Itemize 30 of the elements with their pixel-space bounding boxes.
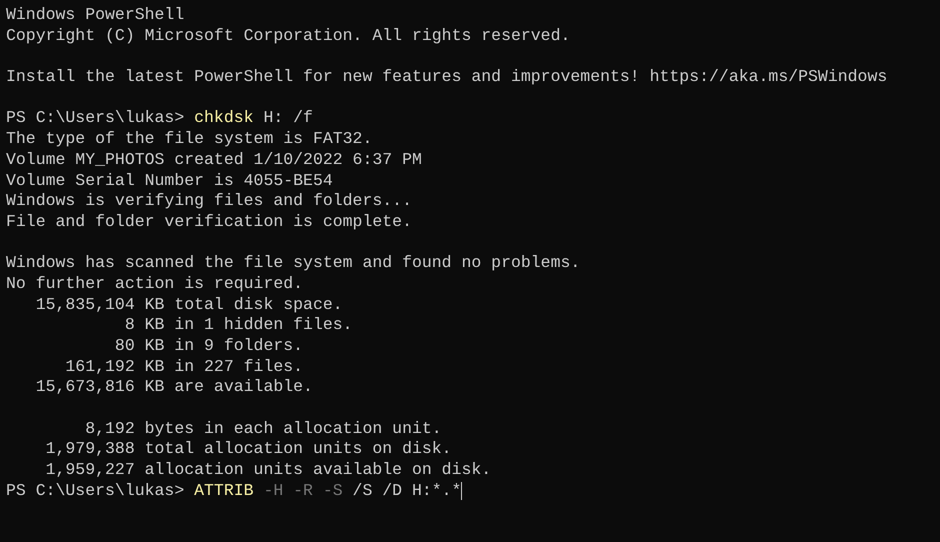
prompt-text: PS C:\Users\lukas> [6, 480, 184, 502]
output-line: Install the latest PowerShell for new features and improvements! https://aka.ms/PSWindows [6, 67, 888, 88]
command-text: ATTRIB [194, 480, 254, 502]
output-line: No further action is required. [6, 274, 304, 295]
argument-text: /D [382, 480, 402, 502]
output-line: Volume MY_PHOTOS created 1/10/2022 6:37 PM [6, 150, 423, 170]
output-line: 8,192 bytes in each allocation unit. [84, 418, 443, 440]
parameter-text: -S [322, 480, 343, 502]
output-line: 1,959,227 allocation units available on disk. [44, 460, 492, 481]
argument-text: H: [263, 108, 284, 130]
output-line: 15,673,816 KB are available. [34, 377, 314, 398]
output-line: Windows is verifying files and folders... [6, 191, 413, 212]
output-line: Windows PowerShell [6, 5, 186, 26]
argument-text: /f [293, 108, 313, 130]
output-line: The type of the file system is FAT32. [6, 129, 374, 150]
parameter-text: -H [263, 480, 284, 502]
output-line: Windows has scanned the file system and found no problems. [6, 253, 582, 274]
parameter-text: -R [293, 480, 313, 502]
argument-text: /S [352, 480, 372, 502]
argument-text: H:*.* [412, 480, 462, 502]
output-line: 161,192 KB in 227 files. [64, 356, 304, 378]
output-line: File and folder verification is complete. [6, 212, 413, 233]
output-line: 80 KB in 9 folders. [114, 336, 304, 357]
prompt-text: PS C:\Users\lukas> [6, 108, 184, 130]
output-line: 8 KB in 1 hidden files. [124, 315, 354, 336]
command-text: chkdsk [194, 108, 254, 130]
output-line: 1,979,388 total allocation units on disk. [44, 439, 453, 460]
output-line: 15,835,104 KB total disk space. [34, 294, 344, 316]
output-line: Copyright (C) Microsoft Corporation. All rights reserved. [6, 26, 572, 46]
output-line: Volume Serial Number is 4055-BE54 [6, 170, 334, 192]
